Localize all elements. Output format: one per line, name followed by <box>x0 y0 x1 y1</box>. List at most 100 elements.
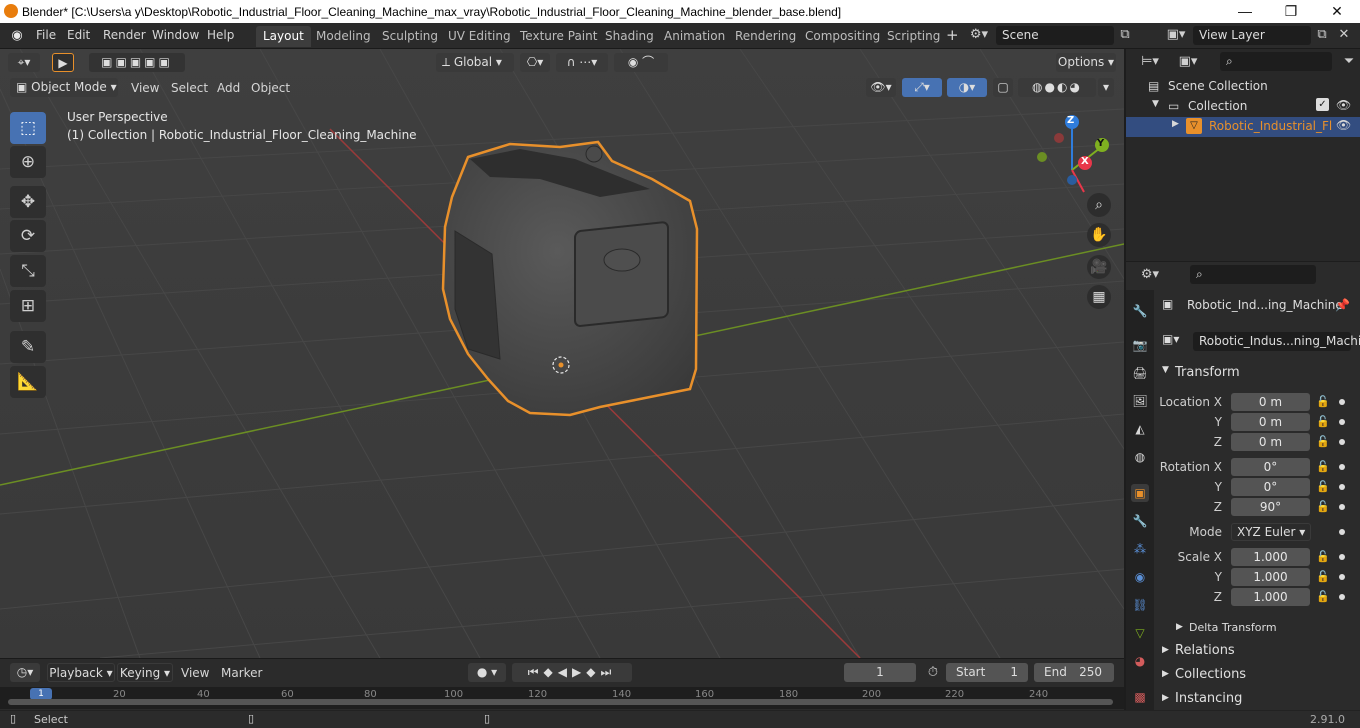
keying-dropdown[interactable]: Keying ▾ <box>117 663 173 682</box>
tab-animation[interactable]: Animation <box>657 26 732 47</box>
transform-tool-icon[interactable]: ⊞ <box>10 290 46 322</box>
viewport-menu-view[interactable]: View <box>131 81 159 95</box>
menu-help[interactable]: Help <box>207 28 234 42</box>
output-tab-icon[interactable]: 🖨 <box>1131 364 1149 382</box>
selection-mode-icons[interactable]: ▣▣▣▣▣ <box>89 53 185 72</box>
pin-icon[interactable]: 📌 <box>1335 298 1350 312</box>
texture-tab-icon[interactable]: ▩ <box>1131 688 1149 706</box>
rotate-tool-icon[interactable]: ⟳ <box>10 220 46 252</box>
cursor-tool-icon[interactable]: ⊕ <box>10 146 46 178</box>
tab-layout[interactable]: Layout <box>256 26 311 47</box>
pan-hand-icon[interactable]: ✋ <box>1087 223 1111 247</box>
keyframe-dot-icon[interactable] <box>1339 504 1345 510</box>
menu-file[interactable]: File <box>36 28 56 42</box>
maximize-button[interactable]: ❐ <box>1268 0 1314 23</box>
auto-keying-icon[interactable]: ● ▾ <box>468 663 506 682</box>
view-layer-tab-icon[interactable]: 🖼 <box>1131 392 1149 410</box>
lock-icon[interactable]: 🔓 <box>1316 480 1330 493</box>
instancing-header[interactable]: Instancing <box>1175 691 1242 706</box>
keyframe-dot-icon[interactable] <box>1339 439 1345 445</box>
tab-modeling[interactable]: Modeling <box>309 26 378 47</box>
overlay-toggle-icon[interactable]: ◑▾ <box>947 78 987 97</box>
playback-dropdown[interactable]: Playback ▾ <box>47 663 115 682</box>
keyframe-dot-icon[interactable] <box>1339 484 1345 490</box>
timeline-menu-view[interactable]: View <box>181 666 209 680</box>
lock-icon[interactable]: 🔓 <box>1316 590 1330 603</box>
material-tab-icon[interactable]: ◕ <box>1131 652 1149 670</box>
location-z-field[interactable]: 0 m <box>1231 433 1310 451</box>
tab-uv-editing[interactable]: UV Editing <box>441 26 518 47</box>
keyframe-dot-icon[interactable] <box>1339 529 1345 535</box>
visibility-eye-icon[interactable]: 👁 <box>1336 98 1351 112</box>
annotate-tool-icon[interactable]: ✎ <box>10 331 46 363</box>
keyframe-dot-icon[interactable] <box>1339 574 1345 580</box>
display-mode-icon[interactable]: ▣▾ <box>1174 54 1202 69</box>
new-scene-icon[interactable]: ⧉ <box>1117 27 1133 42</box>
lock-icon[interactable]: 🔓 <box>1316 460 1330 473</box>
view-layer-selector-icon[interactable]: ▣▾ <box>1162 27 1190 42</box>
viewport-menu-add[interactable]: Add <box>217 81 240 95</box>
gizmo-toggle-icon[interactable]: ⤢▾ <box>902 78 942 97</box>
stopwatch-icon[interactable]: ⏱ <box>924 665 942 680</box>
menu-edit[interactable]: Edit <box>67 28 90 42</box>
lock-icon[interactable]: 🔓 <box>1316 395 1330 408</box>
editor-type-icon[interactable]: ⌖▾ <box>8 53 40 72</box>
new-view-layer-icon[interactable]: ⧉ <box>1314 27 1330 42</box>
delta-expand-icon[interactable]: ▶ <box>1176 622 1183 632</box>
collections-header[interactable]: Collections <box>1175 667 1246 682</box>
select-box-tool-icon[interactable]: ⬚ <box>10 112 46 144</box>
snap-icon[interactable]: ∩ ⋯▾ <box>556 53 608 72</box>
close-button[interactable]: ✕ <box>1314 0 1360 23</box>
lock-icon[interactable]: 🔓 <box>1316 570 1330 583</box>
location-x-field[interactable]: 0 m <box>1231 393 1310 411</box>
keyframe-dot-icon[interactable] <box>1339 399 1345 405</box>
rotation-z-field[interactable]: 90° <box>1231 498 1310 516</box>
pivot-point-icon[interactable]: ⎔▾ <box>520 53 550 72</box>
current-frame-field[interactable]: 1 <box>844 663 916 682</box>
timeline-menu-marker[interactable]: Marker <box>221 666 262 680</box>
outliner-search-input[interactable]: ⌕ <box>1220 52 1332 71</box>
shading-mode-icons[interactable]: ◍●◐◕ <box>1018 78 1096 97</box>
constraints-tab-icon[interactable]: ⛓ <box>1131 596 1149 614</box>
lock-icon[interactable]: 🔓 <box>1316 550 1330 563</box>
options-dropdown[interactable]: Options ▾ <box>1056 53 1116 72</box>
blender-menu-icon[interactable]: ◉ <box>8 28 26 43</box>
start-frame-field[interactable]: Start 1 <box>946 663 1028 682</box>
tab-shading[interactable]: Shading <box>598 26 661 47</box>
object-row[interactable]: ▶ ▽ Robotic_Industrial_Fl 👁 <box>1126 117 1360 137</box>
select-box-tool-icon[interactable]: ▶ <box>52 53 74 72</box>
menu-render[interactable]: Render <box>103 28 146 42</box>
tool-tab-icon[interactable]: 🔧 <box>1131 302 1149 320</box>
gizmo-y-label[interactable]: Y <box>1097 138 1104 149</box>
delta-transform-header[interactable]: Delta Transform <box>1189 621 1277 634</box>
tab-rendering[interactable]: Rendering <box>728 26 803 47</box>
rotation-x-field[interactable]: 0° <box>1231 458 1310 476</box>
world-tab-icon[interactable]: ◍ <box>1131 448 1149 466</box>
collections-expand-icon[interactable]: ▶ <box>1162 669 1169 679</box>
scene-field[interactable]: Scene <box>996 26 1114 45</box>
lock-icon[interactable]: 🔓 <box>1316 435 1330 448</box>
filter-icon[interactable]: ⏷ <box>1342 54 1356 69</box>
keyframe-dot-icon[interactable] <box>1339 554 1345 560</box>
timeline-editor-type-icon[interactable]: ◷▾ <box>10 663 40 682</box>
zoom-icon[interactable]: ⌕ <box>1087 193 1111 217</box>
properties-search-input[interactable]: ⌕ <box>1190 265 1316 284</box>
end-frame-field[interactable]: End 250 <box>1034 663 1114 682</box>
camera-view-icon[interactable]: 🎥 <box>1087 255 1111 279</box>
scale-x-field[interactable]: 1.000 <box>1231 548 1310 566</box>
scene-collection-row[interactable]: ▤ Scene Collection <box>1126 77 1360 97</box>
outliner-type-icon[interactable]: ⊨▾ <box>1136 54 1164 69</box>
transform-orientation-dropdown[interactable]: ⟂ Global ▾ <box>436 53 514 72</box>
playback-controls-icons[interactable]: ⏮◆◀▶◆⏭ <box>512 663 632 682</box>
scene-selector-icon[interactable]: ⚙▾ <box>966 27 992 42</box>
viewport-menu-object[interactable]: Object <box>251 81 290 95</box>
rotation-mode-dropdown[interactable]: XYZ Euler ▾ <box>1231 523 1311 541</box>
tab-scripting[interactable]: Scripting <box>880 26 947 47</box>
location-y-field[interactable]: 0 m <box>1231 413 1310 431</box>
transform-expand-icon[interactable]: ▼ <box>1162 365 1169 375</box>
scale-z-field[interactable]: 1.000 <box>1231 588 1310 606</box>
ortho-grid-icon[interactable]: ▦ <box>1087 285 1111 309</box>
object-mode-dropdown[interactable]: ▣ Object Mode ▾ <box>10 78 118 97</box>
object-visibility-eye-icon[interactable]: 👁 <box>1336 118 1351 132</box>
menu-window[interactable]: Window <box>152 28 199 42</box>
